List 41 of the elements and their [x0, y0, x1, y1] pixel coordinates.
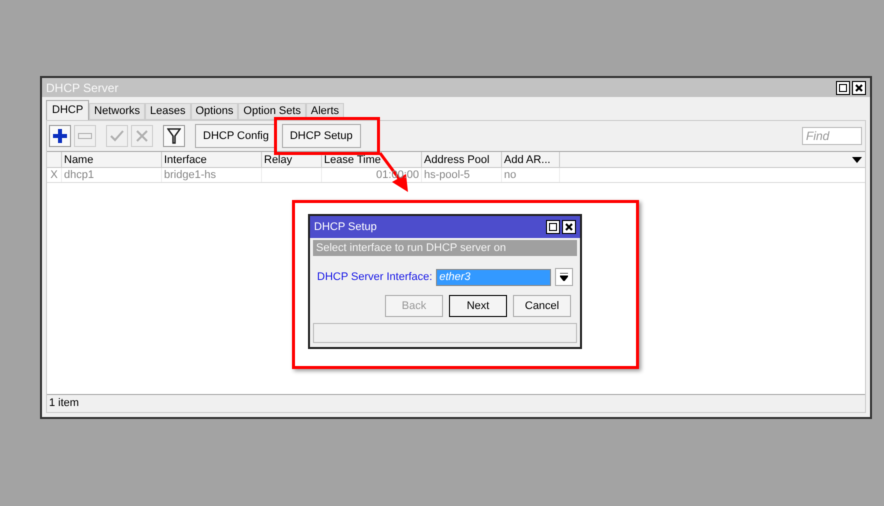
close-icon [565, 223, 573, 231]
dropdown-arrow-icon[interactable] [852, 156, 862, 162]
tab[interactable]: DHCP [46, 100, 90, 120]
column-header[interactable]: Relay [262, 152, 322, 167]
filter-button[interactable] [163, 125, 185, 147]
table-cell: hs-pool-5 [422, 168, 502, 182]
table-cell: no [502, 168, 560, 182]
table-cell: bridge1-hs [162, 168, 262, 182]
close-button[interactable] [852, 80, 866, 94]
tab[interactable]: Options [190, 103, 238, 120]
dialog-button[interactable]: Next [449, 295, 507, 317]
maximize-button[interactable] [546, 220, 560, 234]
field-label: DHCP Server Interface: [317, 270, 432, 285]
cross-icon [136, 130, 148, 142]
column-header[interactable]: Interface [162, 152, 262, 167]
minus-icon [78, 133, 92, 139]
find-field[interactable]: Find [802, 127, 862, 145]
close-button[interactable] [562, 220, 576, 234]
close-icon [855, 84, 863, 92]
tab[interactable]: Option Sets [238, 103, 306, 120]
toolbar-button[interactable]: DHCP Config [195, 124, 277, 148]
filter-icon [167, 128, 181, 144]
dropdown-button[interactable] [555, 268, 573, 286]
dialog-title: DHCP Setup [314, 220, 377, 235]
status-text: 1 item [49, 396, 79, 412]
add-button[interactable] [49, 125, 71, 147]
tab[interactable]: Networks [89, 103, 146, 120]
check-icon [110, 130, 124, 142]
column-header[interactable]: Lease Time [322, 152, 422, 167]
tab[interactable]: Leases [145, 103, 190, 120]
dropdown-icon [560, 273, 568, 281]
dialog-subtitle: Select interface to run DHCP server on [313, 240, 577, 256]
toolbar-button[interactable]: DHCP Setup [282, 124, 361, 148]
disabled-mark: X [47, 168, 62, 182]
table-cell: dhcp1 [62, 168, 162, 182]
column-header[interactable]: Name [62, 152, 162, 167]
column-header[interactable]: Address Pool [422, 152, 502, 167]
column-header[interactable]: Add AR... [502, 152, 560, 167]
maximize-button[interactable] [836, 80, 850, 94]
dialog-button[interactable]: Cancel [513, 295, 571, 317]
plus-icon [53, 129, 67, 143]
